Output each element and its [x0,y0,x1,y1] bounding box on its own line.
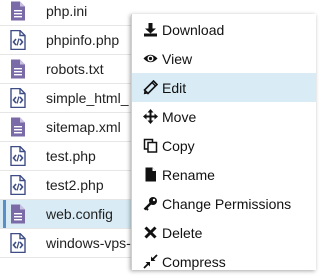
menu-item-change-permissions[interactable]: Change Permissions [132,189,316,218]
text-file-icon [10,117,26,137]
menu-item-edit[interactable]: Edit [132,73,316,102]
text-file-icon [10,59,26,79]
code-file-icon [10,232,26,254]
code-file-icon [10,145,26,167]
file-name: windows-vps- [46,235,131,251]
code-file-icon [10,29,26,51]
menu-item-label: Compress [162,254,226,270]
selection-indicator [3,200,6,228]
file-name: sitemap.xml [46,119,121,135]
file-name: php.ini [46,3,88,19]
menu-item-label: Copy [162,138,195,154]
file-name: test.php [46,148,96,164]
menu-item-copy[interactable]: Copy [132,131,316,160]
menu-item-label: View [162,51,193,67]
menu-item-label: Move [162,109,197,125]
copy-icon [143,138,158,153]
menu-item-label: Rename [162,167,215,183]
file-name: robots.txt [46,61,104,77]
pencil-icon [143,80,158,95]
menu-item-label: Download [162,22,225,38]
code-file-icon [10,174,26,196]
eye-icon [143,51,158,66]
compress-icon [143,254,158,269]
move-arrows-icon [143,109,158,124]
menu-item-label: Change Permissions [162,196,292,212]
x-icon [143,225,158,240]
file-name: test2.php [46,177,104,193]
menu-item-rename[interactable]: Rename [132,160,316,189]
menu-item-label: Delete [162,225,203,241]
download-icon [143,22,158,37]
file-icon [143,167,158,182]
text-file-icon [10,1,26,21]
menu-item-download[interactable]: Download [132,15,316,44]
file-name: phpinfo.php [46,32,120,48]
menu-item-compress[interactable]: Compress [132,247,316,276]
file-name: web.config [46,206,113,222]
key-icon [143,196,158,211]
menu-item-view[interactable]: View [132,44,316,73]
file-name: simple_html_ [46,90,129,106]
text-file-icon [10,204,26,224]
menu-item-move[interactable]: Move [132,102,316,131]
menu-item-label: Edit [162,80,187,96]
code-file-icon [10,87,26,109]
context-menu: Download View Edit Move Copy Rename Chan… [131,14,316,270]
menu-item-delete[interactable]: Delete [132,218,316,247]
